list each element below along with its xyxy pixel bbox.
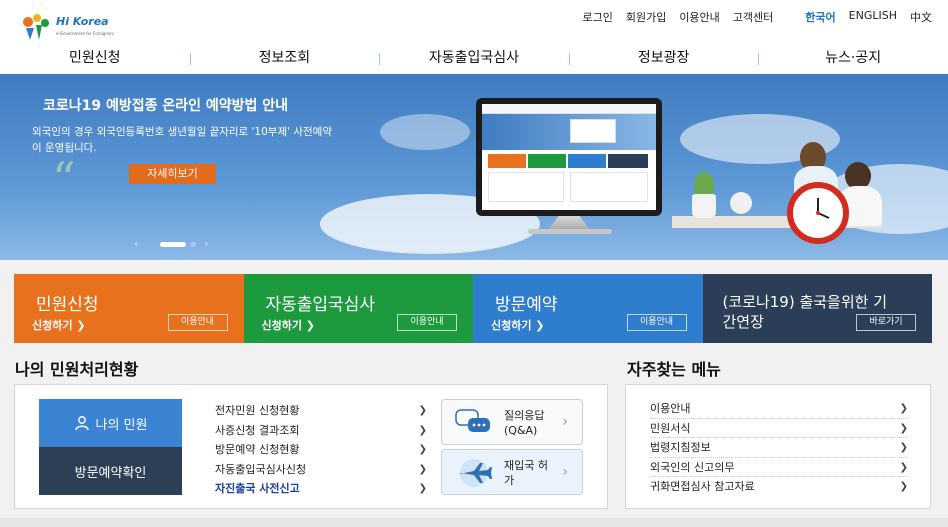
- hero-banner: 코로나19 예방접종 온라인 예약방법 안내 외국인의 경우 외국인등록번호 생…: [0, 74, 948, 260]
- hero-detail-button[interactable]: 자세히보기: [129, 164, 216, 184]
- plant-icon: [694, 172, 714, 196]
- hikorea-logo[interactable]: Hi Korea e-Government for Foreigners: [20, 12, 120, 42]
- quick-menu: 민원신청 신청하기 ❯ 이용안내 자동출입국심사 신청하기 ❯ 이용안내 방문예…: [14, 274, 932, 343]
- airplane-icon: [460, 459, 492, 487]
- robot-figure: [730, 192, 752, 214]
- qna-button[interactable]: 질의응답 (Q&A) ›: [441, 399, 583, 445]
- guide-button[interactable]: 이용안내: [397, 314, 457, 331]
- list-item-voluntary-departure[interactable]: 자진출국 사전신고 ❯: [215, 479, 427, 499]
- quick-card-covid-extension[interactable]: (코로나19) 출국을위한 기간연장 바로가기: [702, 274, 932, 343]
- monitor-screen: [482, 104, 656, 210]
- freq-item-law-info[interactable]: 법령지침정보 ❯: [650, 438, 908, 458]
- list-item-visa-result[interactable]: 사증신청 결과조회 ❯: [215, 421, 427, 441]
- customer-center-link[interactable]: 고객센터: [733, 9, 773, 25]
- my-status-list: 전자민원 신청현황 ❯ 사증신청 결과조회 ❯ 방문예약 신청현황 ❯ 자동출입국심사…: [215, 401, 427, 499]
- frequent-menu-title: 자주찾는 메뉴: [627, 360, 721, 379]
- monitor-base: [528, 229, 612, 234]
- guide-link[interactable]: 이용안내: [679, 9, 719, 25]
- nav-item-info-plaza[interactable]: 정보광장: [568, 44, 759, 74]
- speech-bubble-icon: [455, 409, 490, 432]
- hero-pager: ‹ ›: [130, 237, 220, 251]
- nav-item-info-search[interactable]: 정보조회: [189, 44, 380, 74]
- freq-item-report-duty[interactable]: 외국인의 신고의무 ❯: [650, 458, 908, 477]
- quick-card-civil-petition[interactable]: 민원신청 신청하기 ❯ 이용안내: [14, 274, 244, 343]
- list-item-auto-immigration-apply[interactable]: 자동출입국심사신청 ❯: [215, 460, 427, 480]
- top-header: Hi Korea e-Government for Foreigners 로그인…: [0, 0, 948, 74]
- pager-active-indicator[interactable]: [160, 242, 186, 247]
- quick-card-title: 민원신청: [36, 295, 99, 315]
- chevron-right-icon: ›: [562, 414, 568, 430]
- plant-pot: [692, 194, 716, 218]
- chevron-right-icon: ›: [562, 464, 568, 480]
- nav-item-auto-immigration[interactable]: 자동출입국심사: [379, 44, 569, 74]
- reentry-permit-button[interactable]: 재입국 허가 ›: [441, 449, 583, 495]
- prev-slide-icon[interactable]: ‹: [134, 237, 138, 251]
- apply-link[interactable]: 신청하기 ❯: [32, 317, 86, 333]
- reentry-label: 재입국 허가: [504, 459, 548, 487]
- chevron-right-icon: ❯: [418, 483, 427, 494]
- qna-label: 질의응답 (Q&A): [504, 409, 545, 437]
- user-icon: [74, 416, 89, 431]
- freq-item-guide[interactable]: 이용안내 ❯: [650, 399, 908, 419]
- quick-card-title: 자동출입국심사: [265, 295, 375, 315]
- my-status-panel: 나의 민원 방문예약확인 전자민원 신청현황 ❯ 사증신청 결과조회 ❯ 방문예약 …: [14, 384, 608, 509]
- list-item-e-petition-status[interactable]: 전자민원 신청현황 ❯: [215, 401, 427, 421]
- my-status-title: 나의 민원처리현황: [15, 360, 139, 379]
- login-link[interactable]: 로그인: [582, 9, 612, 25]
- monitor-stand: [548, 216, 590, 230]
- logo-text: Hi Korea: [56, 15, 109, 28]
- freq-item-forms[interactable]: 민원서식 ❯: [650, 419, 908, 438]
- my-petition-button[interactable]: 나의 민원: [39, 399, 182, 447]
- list-item-visit-status[interactable]: 방문예약 신청현황 ❯: [215, 440, 427, 460]
- chevron-right-icon: ❯: [899, 422, 908, 434]
- chevron-right-icon: ❯: [418, 405, 427, 416]
- footer-band: [0, 518, 948, 527]
- chevron-right-icon: ❯: [418, 424, 427, 436]
- shortcut-button[interactable]: 바로가기: [856, 314, 916, 331]
- logo-mark-icon: [23, 14, 49, 40]
- nav-item-civil-petition[interactable]: 민원신청: [0, 44, 190, 74]
- lang-english[interactable]: ENGLISH: [849, 9, 897, 25]
- logo-subtitle: e-Government for Foreigners: [56, 31, 115, 36]
- visit-check-button[interactable]: 방문예약확인: [39, 447, 182, 495]
- guide-button[interactable]: 이용안내: [167, 314, 228, 331]
- alarm-clock-icon: [787, 182, 849, 244]
- quick-card-auto-immigration[interactable]: 자동출입국심사 신청하기 ❯ 이용안내: [243, 274, 473, 343]
- main-nav: 민원신청 정보조회 자동출입국심사 정보광장 뉴스·공지: [0, 44, 948, 74]
- apply-link[interactable]: 신청하기 ❯: [262, 317, 316, 333]
- lang-korean[interactable]: 한국어: [805, 9, 835, 25]
- freq-item-naturalization[interactable]: 귀화면접심사 참고자료 ❯: [650, 477, 908, 497]
- chevron-right-icon: ❯: [899, 461, 908, 473]
- chevron-right-icon: ❯: [899, 481, 908, 492]
- frequent-menu-panel: 이용안내 ❯ 민원서식 ❯ 법령지침정보 ❯ 외국인의 신고의무 ❯ 귀화면접심사 참고…: [625, 384, 931, 509]
- chevron-right-icon: ❯: [418, 444, 427, 455]
- chevron-right-icon: ❯: [899, 442, 908, 453]
- chevron-right-icon: ❯: [418, 463, 427, 475]
- hero-title: 코로나19 예방접종 온라인 예약방법 안내: [43, 98, 289, 114]
- next-slide-icon[interactable]: ›: [204, 237, 208, 251]
- signup-link[interactable]: 회원가입: [626, 9, 666, 25]
- my-petition-label: 나의 민원: [95, 417, 148, 433]
- monitor-illustration: [476, 98, 662, 216]
- utility-links: 로그인 회원가입 이용안내 고객센터 한국어 ENGLISH 中文: [582, 9, 932, 25]
- hero-description: 외국인의 경우 외국인등록번호 생년월일 끝자리로 '10부제' 사전예약이 운…: [32, 126, 332, 154]
- quick-card-visit-reservation[interactable]: 방문예약 신청하기 ❯ 이용안내: [473, 274, 703, 343]
- pager-indicator[interactable]: [190, 242, 196, 247]
- chevron-right-icon: ❯: [899, 403, 908, 414]
- quote-icon: “: [52, 152, 76, 206]
- apply-link[interactable]: 신청하기 ❯: [491, 317, 545, 333]
- cloud-decoration: [380, 114, 470, 150]
- guide-button[interactable]: 이용안내: [626, 314, 687, 331]
- lang-chinese[interactable]: 中文: [910, 9, 932, 25]
- quick-card-title: 방문예약: [495, 295, 558, 315]
- nav-item-news[interactable]: 뉴스·공지: [758, 44, 948, 74]
